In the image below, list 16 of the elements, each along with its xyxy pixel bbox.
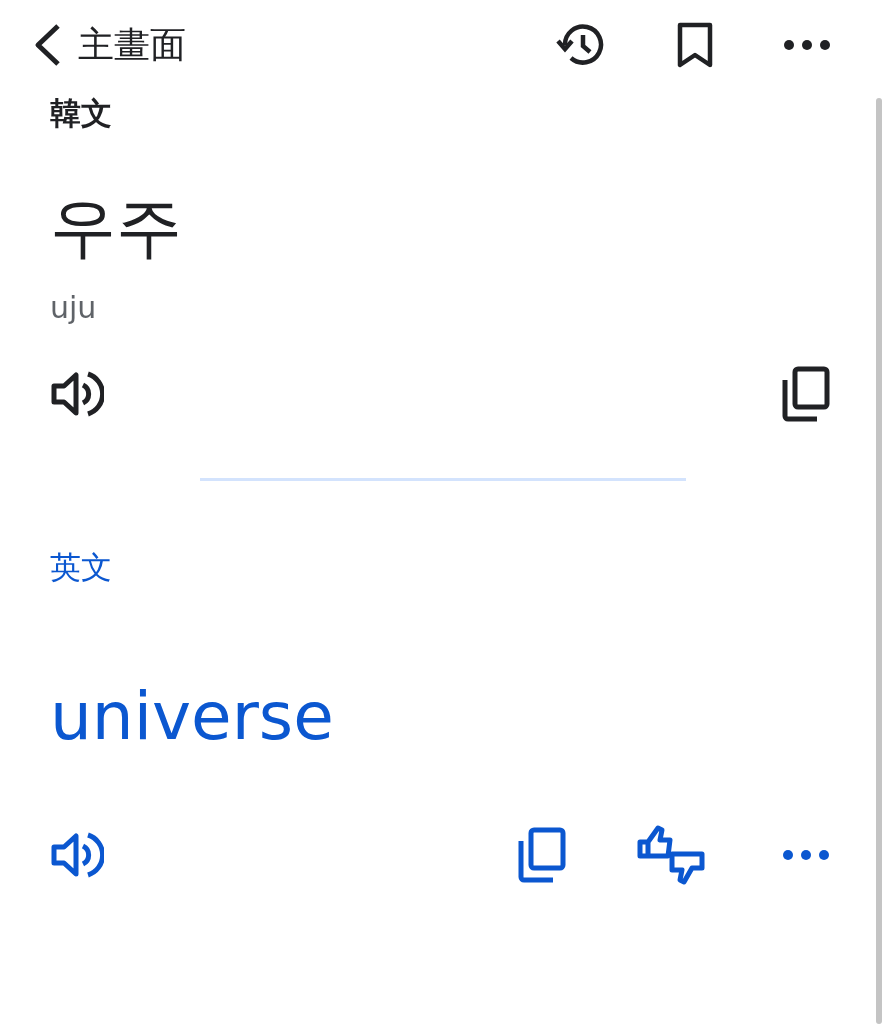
language-label: 英文: [50, 548, 113, 587]
history-icon[interactable]: [554, 22, 605, 68]
source-text: 우주: [50, 188, 183, 268]
more-icon[interactable]: [783, 39, 831, 51]
copy-icon[interactable]: [516, 827, 566, 883]
language-label: 韓文: [50, 94, 113, 133]
translated-text: universe: [50, 677, 335, 757]
romanization-text: uju: [50, 289, 98, 327]
copy-icon[interactable]: [780, 366, 830, 422]
more-icon[interactable]: [782, 849, 830, 861]
bookmark-icon[interactable]: [675, 22, 714, 68]
scrollbar[interactable]: [876, 98, 882, 1024]
back-button[interactable]: 主畫面: [26, 16, 190, 74]
thumbs-up-down-icon[interactable]: [636, 824, 706, 886]
speaker-icon[interactable]: [50, 370, 104, 418]
speaker-icon[interactable]: [50, 831, 104, 879]
